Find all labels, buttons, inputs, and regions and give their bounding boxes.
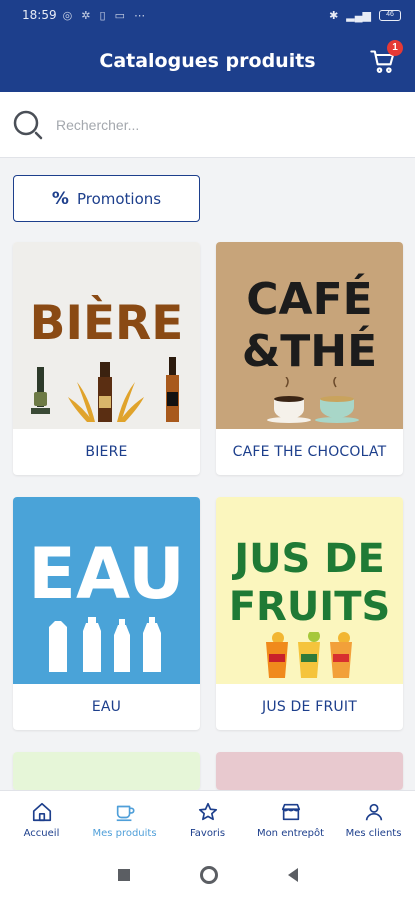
cup-icon: [116, 805, 135, 822]
jus-image-text-line1: JUS DE: [234, 536, 385, 582]
category-label: BIERE: [85, 444, 128, 460]
cafe-image: CAFÉ &THÉ: [216, 242, 403, 429]
promotions-label: Promotions: [76, 189, 162, 208]
juice-glasses-icon: [266, 632, 352, 678]
category-label: EAU: [91, 699, 122, 715]
nav-label: Mes produits: [92, 828, 157, 839]
star-icon: [198, 802, 217, 821]
beer-illustration-icon: [31, 357, 179, 422]
category-label: CAFE THE CHOCOLAT: [232, 444, 387, 460]
app-header: Catalogues produits 1: [0, 30, 415, 92]
biere-image: BIÈRE: [13, 242, 200, 429]
nav-label: Favoris: [189, 828, 226, 839]
category-image-partial: [13, 752, 200, 790]
category-image-partial: [216, 752, 403, 790]
nav-item-favoris[interactable]: Favoris: [166, 791, 249, 850]
category-card-partial-1[interactable]: [13, 752, 200, 790]
person-icon: [365, 803, 382, 821]
eau-image: EAU: [13, 497, 200, 684]
cafe-image-text-line1: CAFÉ: [246, 274, 373, 325]
promotions-button[interactable]: % Promotions: [13, 175, 200, 222]
nav-label: Mon entrepôt: [256, 828, 325, 839]
nav-item-mon-entrepot[interactable]: Mon entrepôt: [249, 791, 332, 850]
cart-badge: 1: [387, 40, 403, 56]
cart-button[interactable]: 1: [369, 40, 403, 76]
store-icon: [281, 803, 300, 821]
category-card-biere[interactable]: BIÈRE BIERE: [13, 242, 200, 475]
category-card-cafe[interactable]: CAFÉ &THÉ CAFE THE CHOCOLAT: [216, 242, 403, 475]
jus-image-text-line2: FRUITS: [228, 584, 391, 630]
recent-apps-button[interactable]: [117, 869, 130, 881]
home-icon: [32, 802, 51, 822]
eau-image-text: EAU: [28, 533, 185, 615]
nav-item-mes-clients[interactable]: Mes clients: [332, 791, 415, 850]
jus-image: JUS DE FRUITS: [216, 497, 403, 684]
bluetooth-icon: ✱: [329, 9, 339, 22]
category-card-jus[interactable]: JUS DE FRUITS JUS DE FRUIT: [216, 497, 403, 730]
battery-icon: 46: [379, 9, 401, 21]
category-label: JUS DE FRUIT: [262, 699, 357, 715]
biere-image-text: BIÈRE: [29, 296, 184, 351]
nav-label: Mes clients: [345, 828, 402, 839]
category-card-partial-2[interactable]: [216, 752, 403, 790]
cups-illustration-icon: [267, 377, 359, 423]
home-button[interactable]: [199, 866, 218, 884]
water-bottles-icon: [49, 617, 161, 672]
nav-item-accueil[interactable]: Accueil: [0, 791, 83, 850]
nav-label: Accueil: [23, 828, 60, 839]
page-title: Catalogues produits: [99, 50, 316, 72]
bottom-navigation: Accueil Mes produits Favoris Mon entrepô…: [0, 790, 415, 850]
category-card-eau[interactable]: EAU EAU: [13, 497, 200, 730]
cafe-image-text-line2: &THÉ: [241, 326, 378, 377]
back-button[interactable]: [287, 868, 298, 882]
status-time: 18:59: [22, 8, 57, 22]
search-icon[interactable]: [12, 109, 44, 141]
signal-icon: ▂▄▆: [346, 9, 371, 22]
system-navigation: [0, 850, 415, 900]
nav-item-mes-produits[interactable]: Mes produits: [83, 791, 166, 850]
search-input[interactable]: [56, 116, 376, 133]
notification-icons: ◎ ✲ ▯ ▭ ⋯: [62, 9, 149, 22]
search-bar: [0, 92, 415, 158]
status-bar: 18:59 ◎ ✲ ▯ ▭ ⋯ ✱ ▂▄▆ 46: [0, 0, 415, 30]
status-right: ✱ ▂▄▆ 46: [329, 9, 401, 22]
percent-icon: %: [51, 188, 69, 209]
